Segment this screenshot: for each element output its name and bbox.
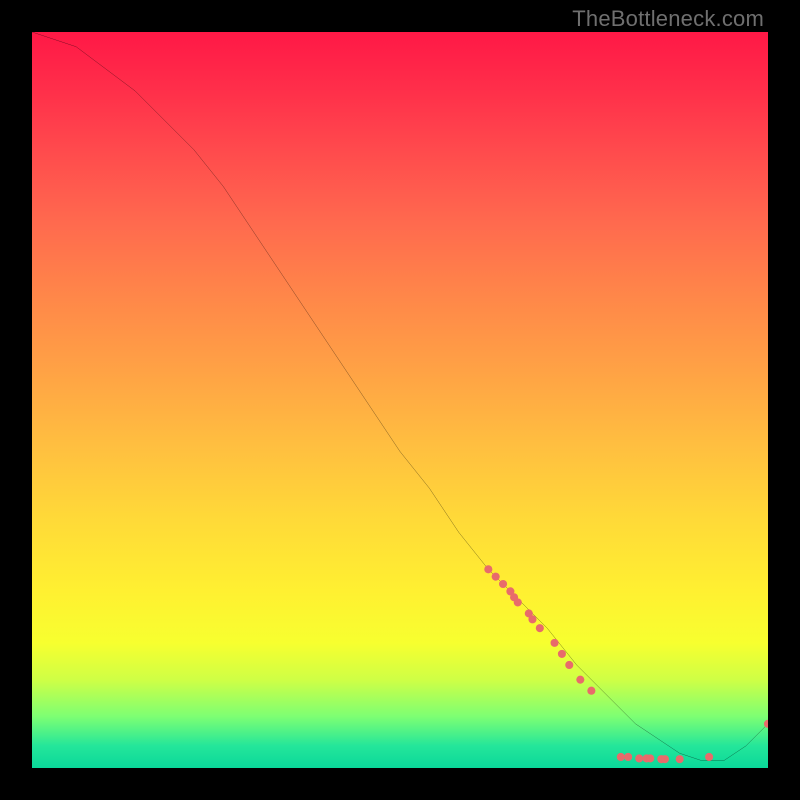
- chart-frame: TheBottleneck.com: [0, 0, 800, 800]
- marker-point: [551, 639, 559, 647]
- marker-point: [624, 753, 632, 761]
- marker-point: [528, 615, 536, 623]
- marker-point: [565, 661, 573, 669]
- marker-point: [617, 753, 625, 761]
- marker-point: [661, 755, 669, 763]
- marker-point: [764, 720, 768, 728]
- marker-point: [635, 754, 643, 762]
- marker-point: [576, 676, 584, 684]
- marker-point: [514, 598, 522, 606]
- marker-point: [676, 755, 684, 763]
- marker-point: [646, 754, 654, 762]
- marker-point: [492, 573, 500, 581]
- marker-point: [558, 650, 566, 658]
- chart-svg: [32, 32, 768, 768]
- plot-area: [32, 32, 768, 768]
- marker-point: [587, 687, 595, 695]
- marker-point: [705, 753, 713, 761]
- line-series: [32, 32, 768, 761]
- markers-group: [484, 565, 768, 763]
- marker-point: [499, 580, 507, 588]
- marker-point: [484, 565, 492, 573]
- watermark-text: TheBottleneck.com: [572, 6, 764, 32]
- marker-point: [536, 624, 544, 632]
